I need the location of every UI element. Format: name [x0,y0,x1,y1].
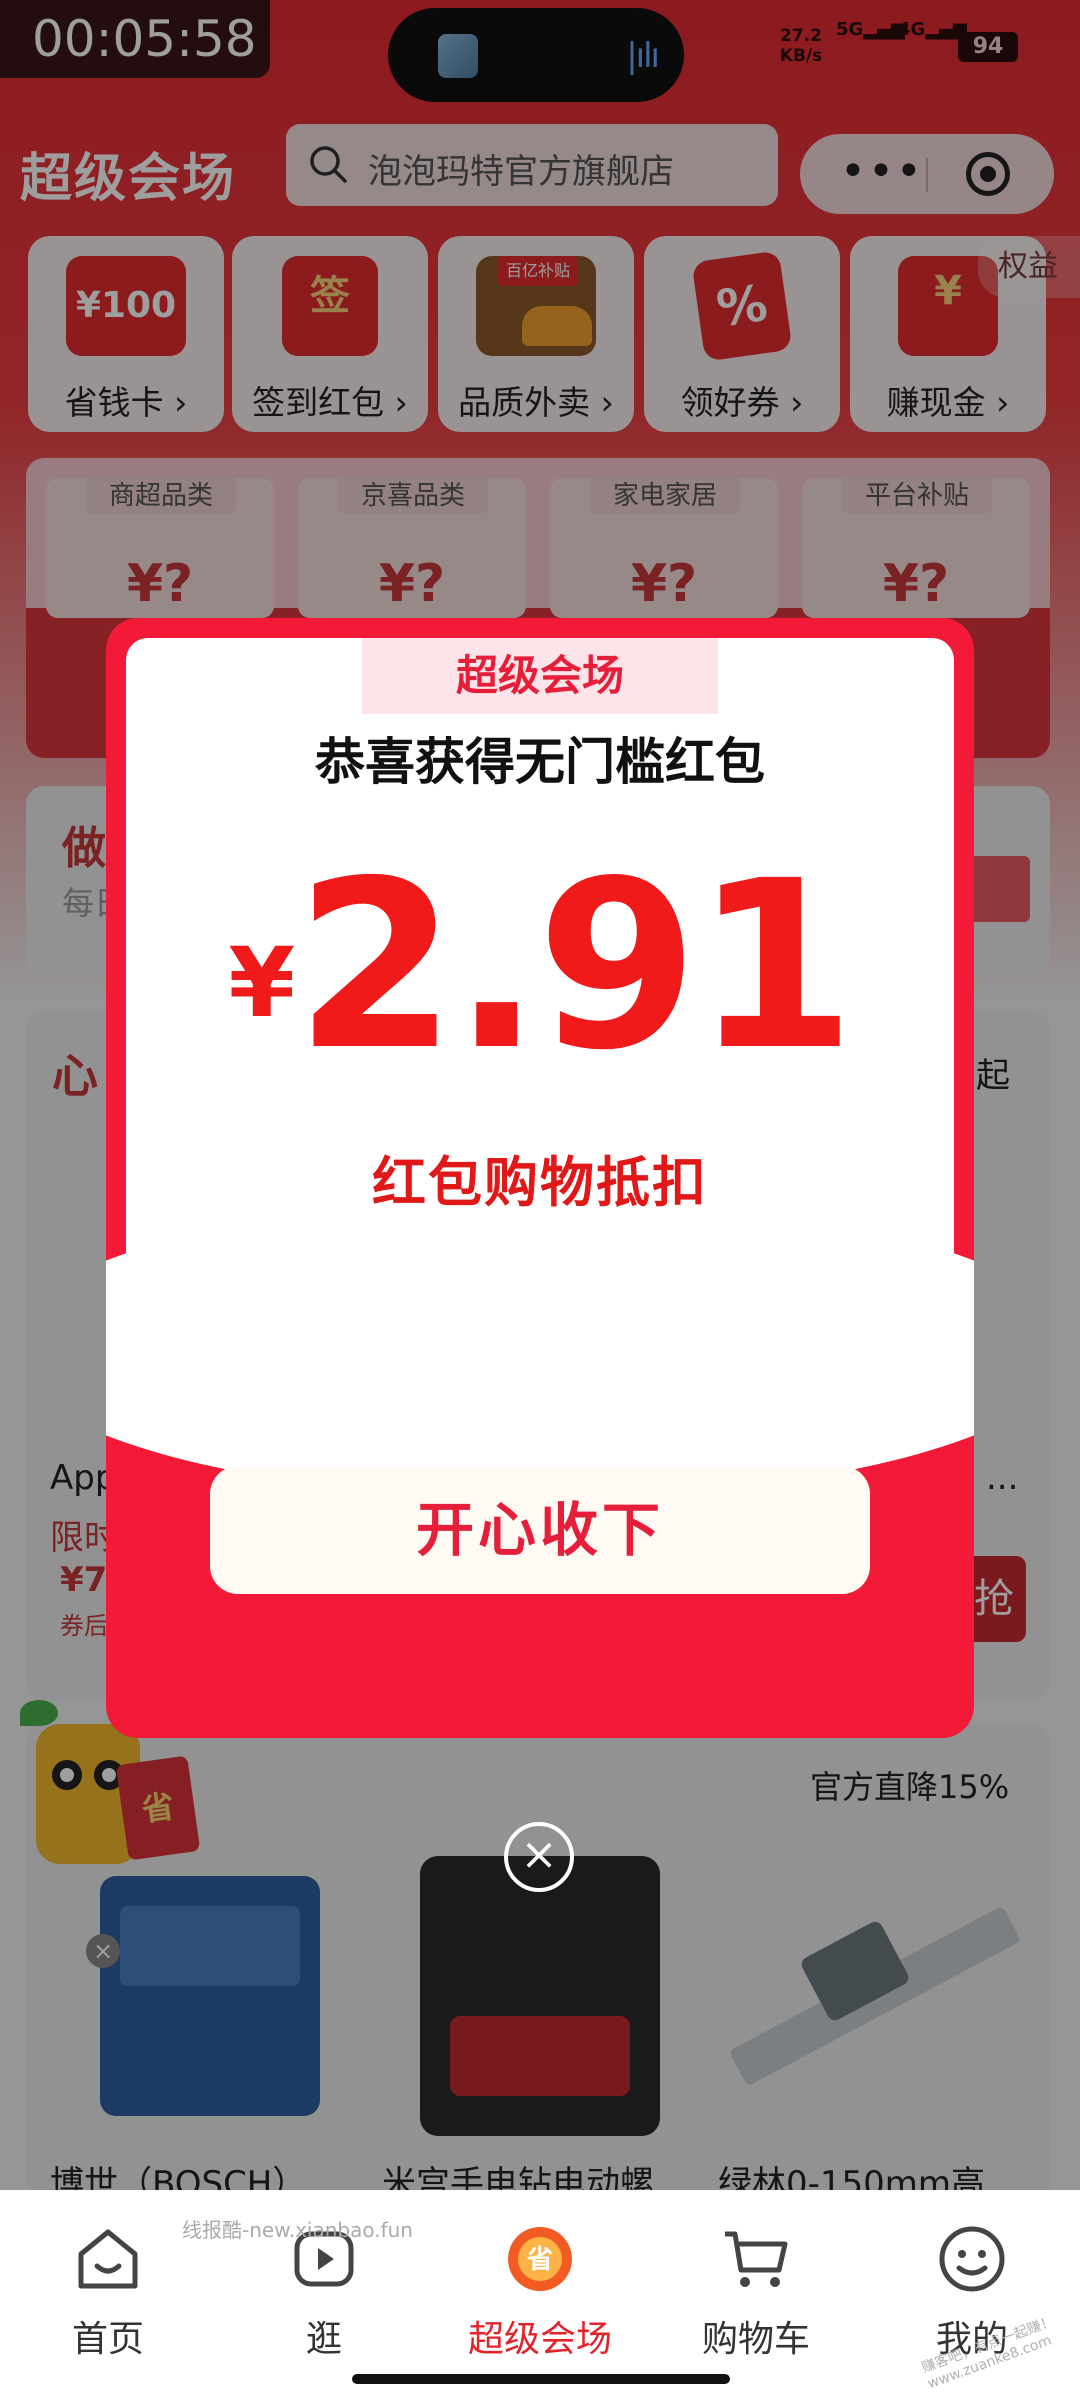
modal-subtitle: 红包购物抵扣 [372,1151,708,1214]
currency-symbol: ¥ [228,927,296,1039]
amount-value: 2.91 [295,831,855,1101]
tab-label: 购物车 [701,2319,810,2360]
tab-label: 首页 [71,2319,144,2360]
red-packet-amount: ¥2.91 [106,846,974,1086]
close-icon[interactable]: × [504,1822,574,1892]
home-icon [78,2229,138,2289]
tab-label: 超级会场 [467,2319,612,2360]
modal-tag: 超级会场 [362,638,718,714]
red-packet-modal: 超级会场 恭喜获得无门槛红包 ¥2.91 红包购物抵扣 开心收下 [106,618,974,1738]
accept-button[interactable]: 开心收下 [210,1466,870,1594]
tab-cart[interactable]: 购物车 [648,2204,864,2394]
home-indicator[interactable] [352,2374,730,2384]
cart-icon [725,2231,788,2287]
tab-label: 逛 [305,2319,342,2360]
profile-icon [939,2226,1005,2292]
super-venue-icon: 省 [508,2227,572,2291]
watermark-text: 线报酷-new.xianbao.fun [182,2218,413,2242]
bottom-tab-bar: 首页 逛 省 超级会场 购物车 我的 线报酷-new.xianbao.fun [0,2190,1080,2400]
modal-headline: 恭喜获得无门槛红包 [315,733,765,791]
modal-curve [126,1218,954,1398]
svg-text:省: 省 [526,2245,553,2275]
tab-super-venue[interactable]: 省 超级会场 [432,2204,648,2394]
